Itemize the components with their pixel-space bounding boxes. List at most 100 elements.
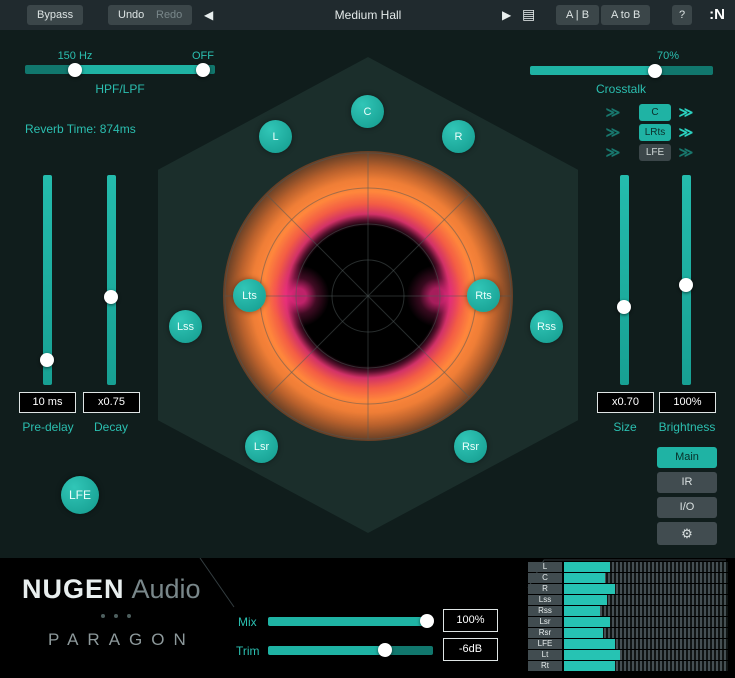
routing-in-chevron-icon[interactable]: ≫ xyxy=(601,124,625,141)
mix-label: Mix xyxy=(238,615,257,629)
redo-button[interactable]: Redo xyxy=(146,5,192,25)
brand-audio: Audio xyxy=(132,574,201,604)
reverb-time-readout: Reverb Time: 874ms xyxy=(25,122,136,136)
meter-fill xyxy=(564,639,615,649)
meter-channel-label: Lsr xyxy=(528,617,562,627)
brand-logo: NUGENAudio xyxy=(22,574,201,605)
meter-channel-label: C xyxy=(528,573,562,583)
paragon-plugin-window: Bypass Undo Redo ◀ Medium Hall ▶ ▤ A | B… xyxy=(0,0,735,678)
size-handle[interactable] xyxy=(617,300,631,314)
ab-compare-button[interactable]: A | B xyxy=(556,5,599,25)
previous-preset-icon[interactable]: ◀ xyxy=(204,8,213,22)
size-slider[interactable] xyxy=(620,175,629,385)
routing-out-chevron-icon[interactable]: ≫ xyxy=(674,144,698,161)
main-panel: C L R Lts Rts Lss Rss Lsr Rsr LFE 150 Hz… xyxy=(0,30,735,558)
menu-dots-icon xyxy=(101,614,131,618)
meter-bar xyxy=(564,573,728,583)
meter-row: C xyxy=(528,573,728,583)
meter-bar xyxy=(564,595,728,605)
routing-button-c[interactable]: C xyxy=(639,104,671,121)
channel-node-rss[interactable]: Rss xyxy=(530,310,563,343)
decay-slider[interactable] xyxy=(107,175,116,385)
crosstalk-handle[interactable] xyxy=(648,64,662,78)
pre-delay-value[interactable]: 10 ms xyxy=(19,392,76,413)
meter-fill xyxy=(564,562,610,572)
routing-out-chevron-icon[interactable]: ≫ xyxy=(674,124,698,141)
routing-button-lfe[interactable]: LFE xyxy=(639,144,671,161)
meter-fill xyxy=(564,573,605,583)
settings-gear-icon[interactable]: ⚙ xyxy=(657,522,717,545)
crosstalk-value: 70% xyxy=(638,50,698,62)
meter-channel-label: Rss xyxy=(528,606,562,616)
channel-node-c[interactable]: C xyxy=(351,95,384,128)
size-value[interactable]: x0.70 xyxy=(597,392,654,413)
meter-channel-label: Rt xyxy=(528,661,562,671)
meter-fill xyxy=(564,661,615,671)
trim-label: Trim xyxy=(236,644,260,658)
meter-channel-label: Lss xyxy=(528,595,562,605)
meter-channel-label: Rsr xyxy=(528,628,562,638)
channel-node-lfe[interactable]: LFE xyxy=(61,476,99,514)
meter-row: Lsr xyxy=(528,617,728,627)
channel-node-rsr[interactable]: Rsr xyxy=(454,430,487,463)
mix-value[interactable]: 100% xyxy=(443,609,498,632)
brightness-handle[interactable] xyxy=(679,278,693,292)
crosstalk-label: Crosstalk xyxy=(561,82,681,96)
trim-value[interactable]: -6dB xyxy=(443,638,498,661)
channel-node-rts[interactable]: Rts xyxy=(467,279,500,312)
nugen-logo-icon: :N xyxy=(709,6,725,23)
meter-bar xyxy=(564,639,728,649)
decay-handle[interactable] xyxy=(104,290,118,304)
meter-fill xyxy=(564,606,600,616)
trim-handle[interactable] xyxy=(378,643,392,657)
brightness-value[interactable]: 100% xyxy=(659,392,716,413)
meter-fill xyxy=(564,584,615,594)
meter-row: LFE xyxy=(528,639,728,649)
hpf-lpf-slider[interactable] xyxy=(25,65,215,74)
routing-out-chevron-icon[interactable]: ≫ xyxy=(674,104,698,121)
help-button[interactable]: ? xyxy=(672,5,692,25)
channel-node-lts[interactable]: Lts xyxy=(233,279,266,312)
mix-slider[interactable] xyxy=(268,617,433,626)
lpf-handle[interactable] xyxy=(196,63,210,77)
brand-nugen: NUGEN xyxy=(22,574,125,604)
meter-row: Rsr xyxy=(528,628,728,638)
titlebar: Bypass Undo Redo ◀ Medium Hall ▶ ▤ A | B… xyxy=(0,0,735,30)
meter-row: Rt xyxy=(528,661,728,671)
hpf-handle[interactable] xyxy=(68,63,82,77)
meter-bar xyxy=(564,584,728,594)
pre-delay-handle[interactable] xyxy=(40,353,54,367)
crosstalk-slider[interactable] xyxy=(530,66,713,75)
meter-channel-label: R xyxy=(528,584,562,594)
mix-handle[interactable] xyxy=(420,614,434,628)
routing-button-lrts[interactable]: LRts xyxy=(639,124,671,141)
meter-bar xyxy=(564,606,728,616)
meter-bar xyxy=(564,650,728,660)
routing-in-chevron-icon[interactable]: ≫ xyxy=(601,144,625,161)
tab-io[interactable]: I/O xyxy=(657,497,717,518)
meter-row: R xyxy=(528,584,728,594)
trim-slider[interactable] xyxy=(268,646,433,655)
preset-name[interactable]: Medium Hall xyxy=(288,8,448,22)
product-name: PARAGON xyxy=(48,630,195,650)
hpf-lpf-label: HPF/LPF xyxy=(60,82,180,96)
tab-main[interactable]: Main xyxy=(657,447,717,468)
meter-row: Rss xyxy=(528,606,728,616)
decay-value[interactable]: x0.75 xyxy=(83,392,140,413)
next-preset-icon[interactable]: ▶ xyxy=(502,8,511,22)
channel-node-lsr[interactable]: Lsr xyxy=(245,430,278,463)
a-to-b-button[interactable]: A to B xyxy=(601,5,650,25)
bypass-button[interactable]: Bypass xyxy=(27,5,83,25)
channel-node-l[interactable]: L xyxy=(259,120,292,153)
routing-in-chevron-icon[interactable]: ≫ xyxy=(601,104,625,121)
preset-list-icon[interactable]: ▤ xyxy=(522,6,535,23)
tab-ir[interactable]: IR xyxy=(657,472,717,493)
meter-channel-label: L xyxy=(528,562,562,572)
meter-channel-label: LFE xyxy=(528,639,562,649)
meter-bar xyxy=(564,562,728,572)
hpf-value: 150 Hz xyxy=(45,50,105,62)
channel-node-r[interactable]: R xyxy=(442,120,475,153)
brightness-label: Brightness xyxy=(637,420,735,434)
channel-node-lss[interactable]: Lss xyxy=(169,310,202,343)
meter-fill xyxy=(564,595,607,605)
